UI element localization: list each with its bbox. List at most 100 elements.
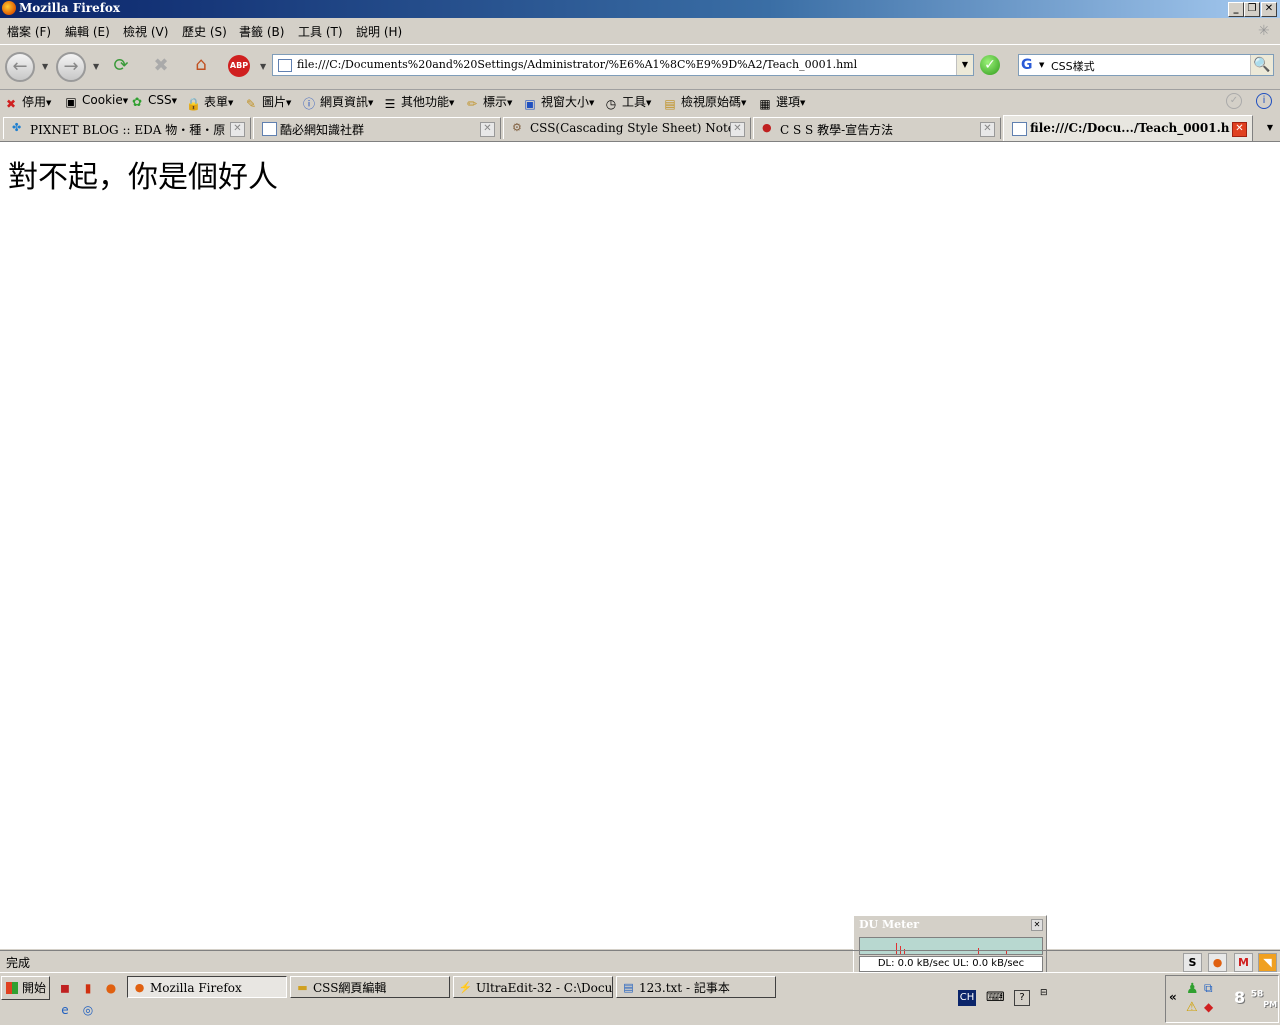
close-button[interactable]: ✕ <box>1261 2 1277 17</box>
language-bar-options-icon[interactable]: ⊟ <box>1040 988 1048 998</box>
status-text: 完成 <box>6 956 31 970</box>
navigation-toolbar: ← ▼ → ▼ ⟳ ✖ ⌂ ABP ▼ file:///C:/Documents… <box>0 44 1280 90</box>
tab-kubi[interactable]: 酷必網知識社群 ✕ <box>253 117 501 139</box>
go-button[interactable]: ✓ <box>980 55 1000 75</box>
dev-information[interactable]: ⓘ 網頁資訊▼ <box>302 93 373 111</box>
tab-css-tutorial[interactable]: ● C S S 教學-宣告方法 ✕ <box>753 117 1001 139</box>
updown-icon[interactable]: ◆ <box>1204 1000 1213 1014</box>
adblock-icon[interactable]: ABP <box>228 55 250 77</box>
tab-close-icon[interactable]: ✕ <box>230 122 245 137</box>
css-icon: ✿ <box>131 95 143 109</box>
quicklaunch-firefox-icon[interactable]: ● <box>103 980 119 996</box>
dev-css[interactable]: ✿ CSS▼ <box>130 93 177 109</box>
du-meter-title: DU Meter <box>859 918 920 931</box>
skype-icon[interactable]: S <box>1183 953 1202 972</box>
messenger-icon[interactable]: ♟ <box>1186 981 1199 997</box>
tutorial-favicon-icon: ● <box>762 121 772 134</box>
search-button[interactable]: 🔍 <box>1250 55 1273 75</box>
web-developer-toolbar: ✖ 停用▼ ▣ Cookie▼ ✿ CSS▼ 🔒 表單▼ ✎ 圖片▼ ⓘ 網頁資訊▼ ☰ 其他… <box>0 89 1280 113</box>
tab-close-icon[interactable]: ✕ <box>980 122 995 137</box>
quicklaunch-bookmark-icon[interactable]: ▮ <box>80 980 96 996</box>
image-icon: ✎ <box>245 97 257 111</box>
maximize-button[interactable]: ❐ <box>1244 2 1260 17</box>
tray-expand-icon[interactable]: « <box>1169 990 1177 1004</box>
quicklaunch-ie-icon[interactable]: e <box>57 1002 73 1018</box>
tab-close-icon[interactable]: ✕ <box>730 122 745 137</box>
network-icon[interactable]: ⧉ <box>1204 981 1213 996</box>
clock[interactable]: 8 58PM <box>1234 988 1277 1009</box>
notepad-icon: ▤ <box>623 981 634 994</box>
search-bar[interactable]: G ▼ CSS樣式 🔍 <box>1018 54 1274 76</box>
menu-help[interactable]: 說明 (H) <box>356 23 402 40</box>
dev-view-source[interactable]: ▤ 檢視原始碼▼ <box>663 93 746 111</box>
dev-options[interactable]: ▦ 選項▼ <box>758 93 805 111</box>
quicklaunch-app2-icon[interactable]: ◎ <box>80 1002 96 1018</box>
search-engine-dropdown-icon[interactable]: ▼ <box>1039 61 1044 69</box>
quicklaunch-app-icon[interactable]: ◼ <box>57 980 73 996</box>
tab-teach-file[interactable]: file:///C:/Docu.../Teach_0001.hml ✕ <box>1003 115 1253 141</box>
warning-icon[interactable]: ⚠ <box>1186 1000 1198 1015</box>
validator-check-icon[interactable]: ✓ <box>1226 93 1242 109</box>
help-icon[interactable]: ? <box>1014 990 1030 1006</box>
status-bar: 完成 S ● M ◥ <box>0 950 1280 973</box>
menu-bookmarks[interactable]: 書籤 (B) <box>239 23 284 40</box>
task-notepad[interactable]: ▤ 123.txt - 記事本 <box>616 976 776 998</box>
page-favicon-icon <box>1012 122 1027 136</box>
adblock-dropdown-icon[interactable]: ▼ <box>260 62 266 71</box>
page-favicon-icon <box>262 122 277 136</box>
misc-icon: ☰ <box>384 97 396 111</box>
firefox-icon <box>2 1 16 15</box>
du-meter-close-icon[interactable]: ✕ <box>1031 919 1043 931</box>
task-ultraedit[interactable]: ⚡ UltraEdit-32 - C:\Docume... <box>453 976 613 998</box>
info-panel-icon[interactable]: i <box>1256 93 1272 109</box>
menu-view[interactable]: 檢視 (V) <box>123 23 168 40</box>
menu-tools[interactable]: 工具 (T) <box>298 23 343 40</box>
url-bar[interactable]: file:///C:/Documents%20and%20Settings/Ad… <box>272 54 974 76</box>
dev-forms[interactable]: 🔒 表單▼ <box>186 93 233 111</box>
page-content: 對不起，你是個好人 <box>0 142 1280 949</box>
firefox-status-icon[interactable]: ● <box>1208 953 1227 972</box>
dev-images[interactable]: ✎ 圖片▼ <box>244 93 291 111</box>
forward-dropdown-icon[interactable]: ▼ <box>93 62 99 71</box>
task-css-folder[interactable]: ▬ CSS網頁編輯 <box>290 976 450 998</box>
stop-icon[interactable]: ✖ <box>148 53 174 79</box>
task-firefox[interactable]: ● Mozilla Firefox <box>127 976 287 998</box>
ultraedit-icon: ⚡ <box>458 981 473 994</box>
menu-history[interactable]: 歷史 (S) <box>182 23 227 40</box>
tab-close-icon[interactable]: ✕ <box>1232 122 1247 137</box>
title-bar: Mozilla Firefox _ ❐ ✕ <box>0 0 1280 18</box>
note-favicon-icon: ⚙ <box>512 121 522 134</box>
home-icon[interactable]: ⌂ <box>188 52 214 78</box>
minimize-button[interactable]: _ <box>1228 2 1244 17</box>
menu-file[interactable]: 檔案 (F) <box>7 23 51 40</box>
reload-icon[interactable]: ⟳ <box>108 53 134 79</box>
tab-close-icon[interactable]: ✕ <box>480 122 495 137</box>
form-icon: 🔒 <box>186 97 201 111</box>
forward-button[interactable]: → <box>56 52 86 82</box>
search-input[interactable]: CSS樣式 <box>1051 58 1095 74</box>
back-button[interactable]: ← <box>5 52 35 82</box>
cookie-icon: ▣ <box>65 95 77 109</box>
dev-cookie[interactable]: ▣ Cookie▼ <box>64 93 128 109</box>
tab-css-note[interactable]: ⚙ CSS(Cascading Style Sheet) Note ✕ <box>503 117 751 139</box>
tab-pixnet[interactable]: ✤ PIXNET BLOG :: EDA 物・種・原・始 ✕ <box>3 117 251 139</box>
dev-disable[interactable]: ✖ 停用▼ <box>4 93 51 111</box>
rss-icon[interactable]: ◥ <box>1258 953 1277 972</box>
dev-resize[interactable]: ▣ 視窗大小▼ <box>523 93 594 111</box>
gmail-icon[interactable]: M <box>1234 953 1253 972</box>
disable-icon: ✖ <box>5 97 17 111</box>
window-title: Mozilla Firefox <box>19 1 121 15</box>
language-indicator[interactable]: CH <box>958 990 976 1006</box>
dev-miscellaneous[interactable]: ☰ 其他功能▼ <box>383 93 455 111</box>
search-engine-icon[interactable]: G <box>1021 57 1037 73</box>
start-button[interactable]: 開始 <box>1 976 50 1000</box>
url-input[interactable]: file:///C:/Documents%20and%20Settings/Ad… <box>297 58 857 71</box>
menu-edit[interactable]: 編輯 (E) <box>65 23 110 40</box>
url-dropdown-icon[interactable]: ▼ <box>956 55 973 75</box>
page-icon <box>278 59 292 72</box>
tab-list-dropdown-icon[interactable]: ▼ <box>1260 118 1280 138</box>
dev-tools[interactable]: ◷ 工具▼ <box>604 93 652 111</box>
keyboard-icon[interactable]: ⌨ <box>986 990 1005 1005</box>
back-dropdown-icon[interactable]: ▼ <box>42 62 48 71</box>
dev-outline[interactable]: ✏ 標示▼ <box>465 93 512 111</box>
